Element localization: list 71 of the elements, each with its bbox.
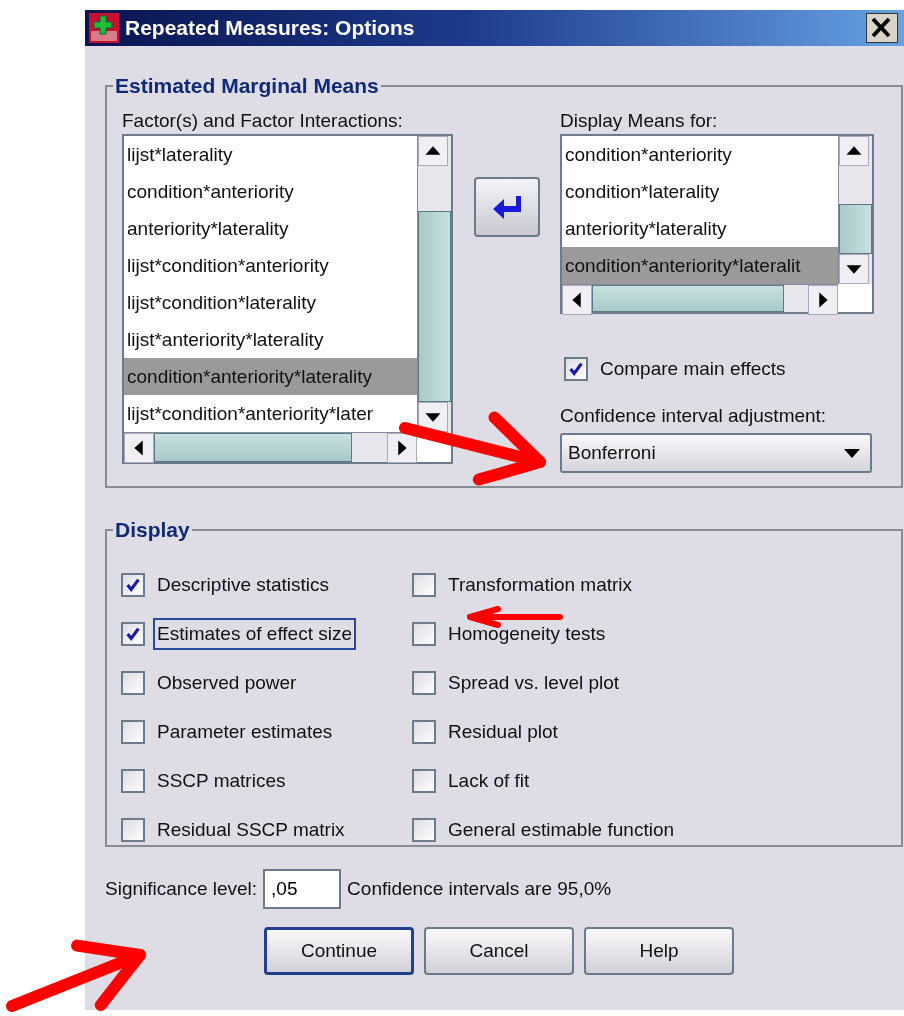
- scroll-down-icon[interactable]: [839, 254, 869, 284]
- list-label: Display Means for:: [560, 110, 719, 132]
- checkbox-label[interactable]: SSCP matrices: [153, 764, 290, 797]
- checkbox-label[interactable]: Transformation matrix: [444, 568, 637, 601]
- scroll-thumb[interactable]: [418, 211, 451, 402]
- list-item[interactable]: condition*anteriority*lateralit: [562, 247, 838, 284]
- adjustment-dropdown[interactable]: Bonferroni: [560, 433, 872, 473]
- checkbox-label[interactable]: Homogeneity tests: [444, 617, 610, 650]
- list-item[interactable]: condition*anteriority: [124, 173, 417, 210]
- significance-field[interactable]: ,05: [263, 869, 342, 909]
- scroll-thumb[interactable]: [592, 285, 785, 312]
- checkbox-label[interactable]: Lack of fit: [444, 764, 534, 797]
- checkbox-label[interactable]: Compare main effects: [596, 352, 790, 385]
- info-text: Confidence intervals are 95,0%: [347, 878, 612, 900]
- list-item[interactable]: anteriority*laterality: [124, 210, 417, 247]
- scroll-right-icon[interactable]: [808, 285, 838, 315]
- checkbox[interactable]: [121, 572, 145, 597]
- list-item[interactable]: lijst*condition*laterality: [124, 284, 417, 321]
- dropdown-caret-icon: [842, 446, 862, 460]
- dialog-button[interactable]: Help: [584, 927, 734, 975]
- checkbox[interactable]: [412, 572, 436, 597]
- list-item[interactable]: condition*laterality: [562, 173, 838, 210]
- group-title: Display: [114, 518, 191, 542]
- checkbox[interactable]: [412, 670, 436, 695]
- checkbox[interactable]: [412, 817, 436, 842]
- window-title: Repeated Measures: Options: [125, 16, 416, 40]
- list-item[interactable]: lijst*laterality: [124, 136, 417, 173]
- checkbox-label[interactable]: Observed power: [153, 666, 301, 699]
- dialog-button[interactable]: Cancel: [424, 927, 574, 975]
- group-title: Estimated Marginal Means: [114, 74, 380, 98]
- list-item[interactable]: condition*anteriority: [562, 136, 838, 173]
- list-item[interactable]: lijst*condition*anteriority*later: [124, 395, 417, 432]
- field-label: Significance level:: [105, 878, 258, 900]
- checkbox[interactable]: [412, 621, 436, 646]
- checkbox-label[interactable]: Estimates of effect size: [153, 617, 356, 650]
- scroll-up-icon[interactable]: [418, 136, 448, 166]
- app-icon: [89, 13, 119, 43]
- list-label: Factor(s) and Factor Interactions:: [122, 110, 404, 132]
- dropdown-label: Confidence interval adjustment:: [560, 405, 828, 427]
- scroll-left-icon[interactable]: [562, 285, 592, 315]
- scroll-right-icon[interactable]: [387, 433, 417, 463]
- dialog-button[interactable]: Continue: [264, 927, 414, 975]
- move-button[interactable]: [473, 177, 540, 237]
- checkbox-label[interactable]: Residual SSCP matrix: [153, 813, 349, 846]
- checkbox-label[interactable]: Residual plot: [444, 715, 562, 748]
- checkbox[interactable]: [121, 768, 145, 793]
- horizontal-scrollbar[interactable]: [562, 284, 838, 312]
- scroll-up-icon[interactable]: [839, 136, 869, 166]
- list-item[interactable]: anteriority*laterality: [562, 210, 838, 247]
- checkbox-label[interactable]: General estimable function: [444, 813, 678, 846]
- checkbox[interactable]: [564, 356, 588, 381]
- horizontal-scrollbar[interactable]: [124, 432, 417, 462]
- scroll-left-icon[interactable]: [124, 433, 154, 463]
- vertical-scrollbar[interactable]: [838, 136, 872, 284]
- vertical-scrollbar[interactable]: [417, 136, 451, 432]
- list-item[interactable]: lijst*condition*anteriority: [124, 247, 417, 284]
- close-icon[interactable]: [866, 13, 898, 43]
- checkbox[interactable]: [412, 768, 436, 793]
- checkbox-label[interactable]: Spread vs. level plot: [444, 666, 624, 699]
- scroll-thumb[interactable]: [839, 203, 872, 254]
- scroll-down-icon[interactable]: [418, 402, 448, 432]
- checkbox-label[interactable]: Parameter estimates: [153, 715, 337, 748]
- list-item[interactable]: condition*anteriority*laterality: [124, 358, 417, 395]
- checkbox[interactable]: [121, 670, 145, 695]
- checkbox[interactable]: [121, 621, 145, 646]
- checkbox[interactable]: [121, 817, 145, 842]
- list-item[interactable]: lijst*anteriority*laterality: [124, 321, 417, 358]
- checkbox-label[interactable]: Descriptive statistics: [153, 568, 334, 601]
- checkbox[interactable]: [121, 719, 145, 744]
- checkbox[interactable]: [412, 719, 436, 744]
- scroll-thumb[interactable]: [154, 433, 352, 462]
